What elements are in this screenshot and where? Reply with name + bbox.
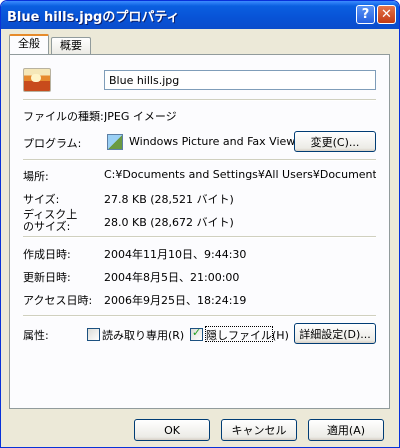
attributes-label: 属性:: [23, 329, 49, 342]
readonly-checkbox[interactable]: [87, 328, 100, 341]
ok-button[interactable]: OK: [134, 419, 210, 441]
cancel-button[interactable]: キャンセル: [221, 419, 297, 441]
file-type-label: ファイルの種類:: [23, 110, 104, 123]
file-type-value: JPEG イメージ: [104, 110, 177, 123]
location-value: C:¥Documents and Settings¥All Users¥Docu…: [104, 168, 376, 181]
checkmark-icon: ✓: [192, 326, 202, 339]
separator: [23, 159, 376, 161]
accessed-value: 2006年9月25日、18:24:19: [104, 294, 247, 307]
tab-general[interactable]: 全般: [9, 34, 49, 54]
close-button[interactable]: ✕: [377, 5, 396, 24]
created-label: 作成日時:: [23, 248, 71, 261]
jpeg-file-icon: [23, 68, 51, 92]
modified-label: 更新日時:: [23, 271, 71, 284]
readonly-label[interactable]: 読み取り専用(R): [102, 327, 184, 343]
window-title: Blue hills.jpgのプロパティ: [7, 10, 180, 25]
disk-size-value: 28.0 KB (28,672 バイト): [104, 216, 234, 229]
disk-size-label: ディスク上 のサイズ:: [23, 208, 78, 233]
modified-value: 2004年8月5日、21:00:00: [104, 271, 240, 284]
size-label: サイズ:: [23, 193, 60, 206]
tab-summary[interactable]: 概要: [51, 37, 91, 54]
location-label: 場所:: [23, 170, 49, 183]
properties-dialog: Blue hills.jpgのプロパティ ? ✕ 全般 概要 ファイルの種類: …: [0, 0, 400, 448]
advanced-button[interactable]: 詳細設定(D)...: [294, 323, 376, 344]
separator: [23, 236, 376, 238]
hidden-label[interactable]: 隠しファイル(H): [206, 327, 289, 343]
program-label: プログラム:: [23, 137, 82, 150]
apply-button[interactable]: 適用(A): [308, 419, 384, 441]
accessed-label: アクセス日時:: [23, 294, 93, 307]
separator: [23, 315, 376, 317]
picture-viewer-icon: [107, 134, 123, 150]
program-value: Windows Picture and Fax Viewer: [129, 135, 307, 148]
help-button[interactable]: ?: [356, 5, 375, 24]
created-value: 2004年11月10日、9:44:30: [104, 248, 247, 261]
separator: [23, 99, 376, 101]
size-value: 27.8 KB (28,521 バイト): [104, 193, 234, 206]
file-name-input[interactable]: [104, 70, 376, 90]
change-program-button[interactable]: 変更(C)...: [294, 131, 376, 152]
title-bar[interactable]: Blue hills.jpgのプロパティ ? ✕: [1, 1, 399, 29]
hidden-checkbox[interactable]: ✓: [190, 326, 203, 341]
